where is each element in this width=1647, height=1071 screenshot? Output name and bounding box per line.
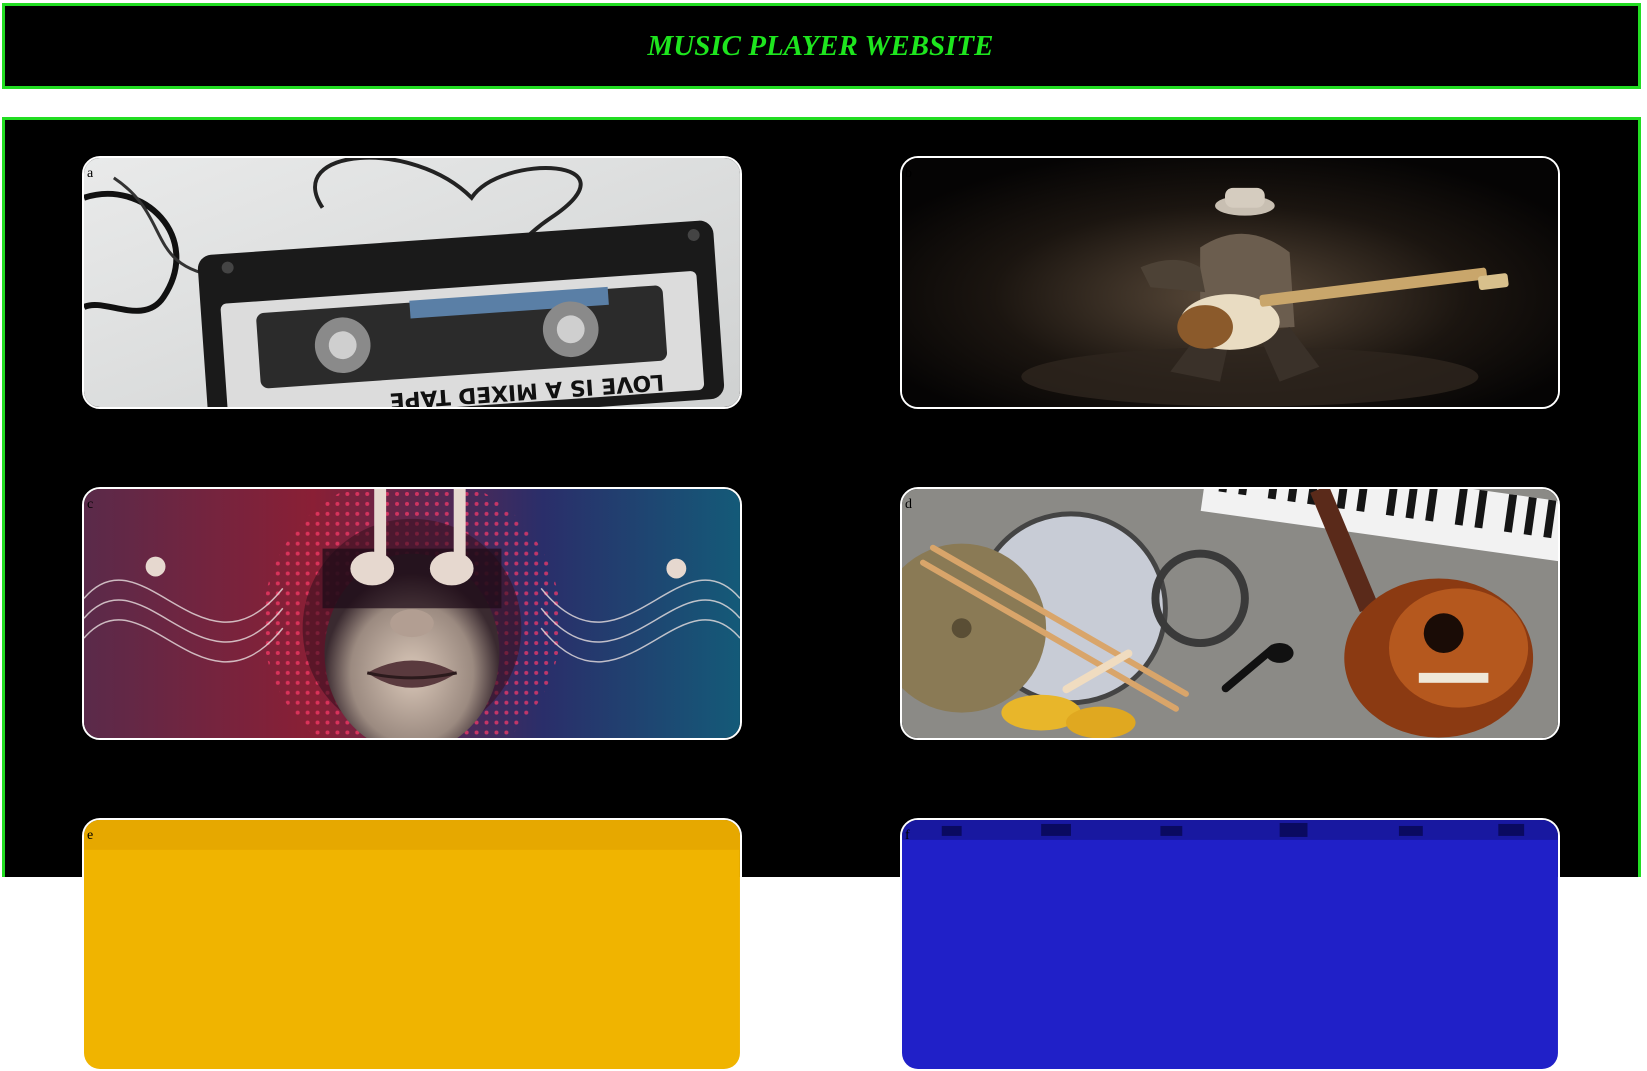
tile-tag: b xyxy=(905,166,912,181)
tile-tag: d xyxy=(905,497,912,512)
gallery-tile-a[interactable]: a LOVE IS A MIXED TAPE xyxy=(82,156,742,409)
tile-tag: c xyxy=(87,497,94,512)
woman-face-music-notes-image xyxy=(84,489,740,738)
gallery-tile-d[interactable]: d xyxy=(900,487,1560,740)
gallery-tile-c[interactable]: c xyxy=(82,487,742,740)
page-title: MUSIC PLAYER WEBSITE xyxy=(647,29,994,62)
gallery-tile-b[interactable]: b xyxy=(900,156,1560,409)
blue-stage-image xyxy=(902,820,1558,1069)
musical-instruments-flatlay-image xyxy=(902,489,1558,738)
tile-tag: f xyxy=(905,828,910,843)
tile-tag: e xyxy=(87,828,94,843)
guitarist-dark-stage-image xyxy=(902,158,1558,407)
yellow-background-image xyxy=(84,820,740,1069)
tile-tag: a xyxy=(87,166,94,181)
page-header: MUSIC PLAYER WEBSITE xyxy=(2,3,1641,89)
gallery-tile-f[interactable]: f xyxy=(900,818,1560,1071)
gallery-tile-e[interactable]: e xyxy=(82,818,742,1071)
cassette-tape-heart-image: LOVE IS A MIXED TAPE xyxy=(84,158,740,407)
